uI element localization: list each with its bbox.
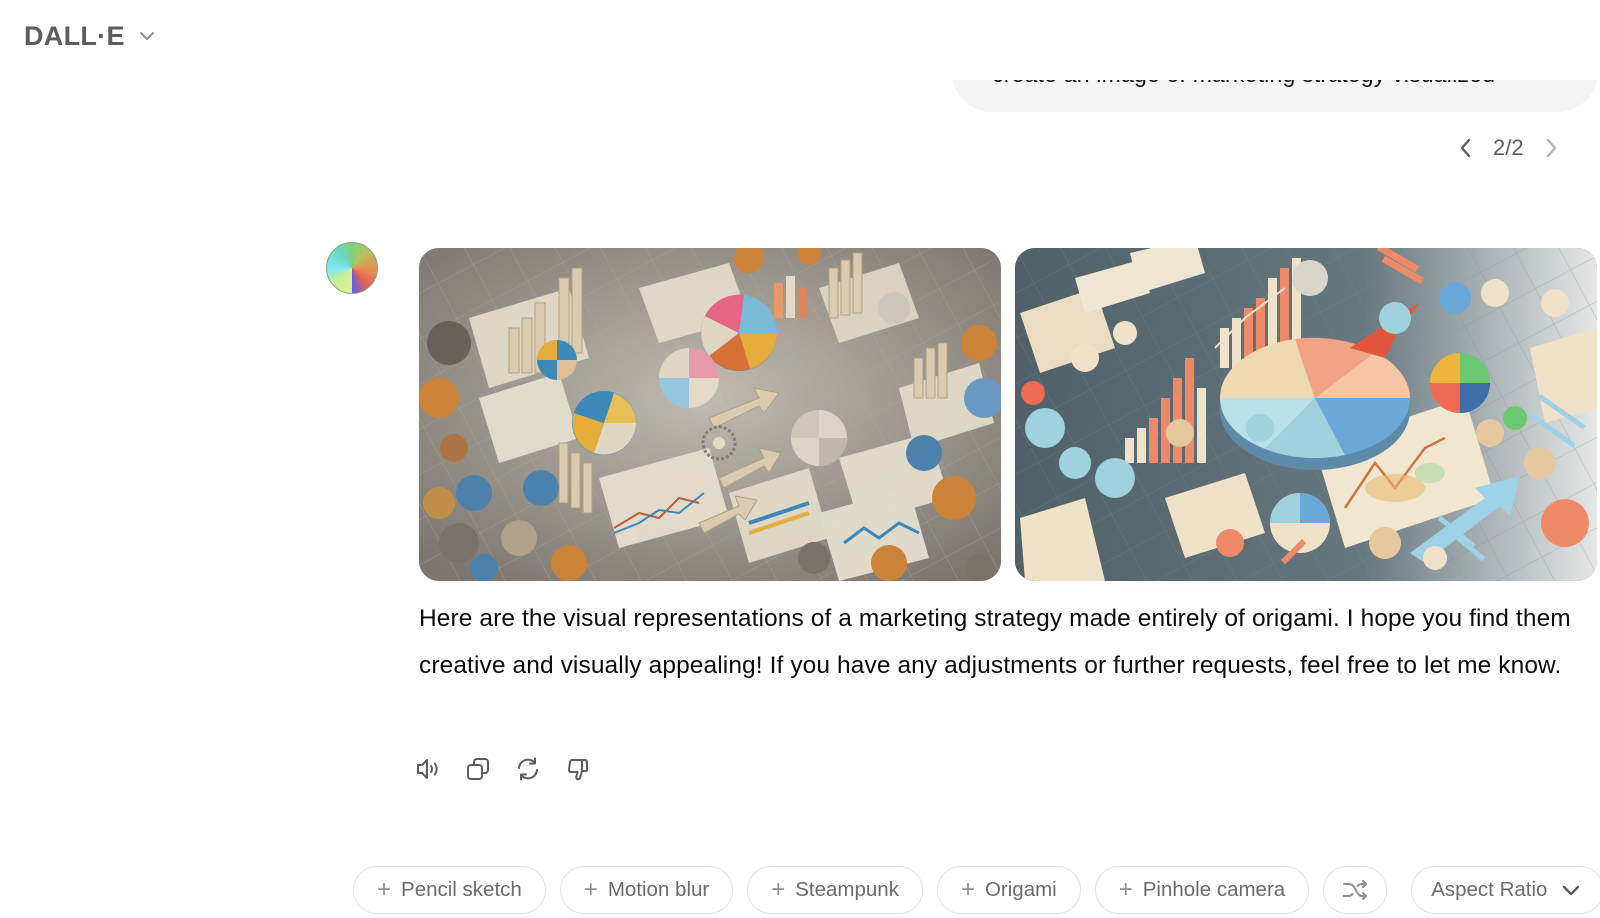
aspect-ratio-dropdown[interactable]: Aspect Ratio [1411, 866, 1600, 914]
chip-label: Pinhole camera [1142, 878, 1286, 901]
refresh-icon [518, 757, 538, 781]
generated-image-1[interactable] [419, 248, 1001, 581]
model-name: DALL·E [24, 20, 125, 51]
copy-button[interactable] [464, 754, 492, 784]
assistant-message-text: Here are the visual representations of a… [419, 605, 1571, 679]
header: DALL·E [0, 0, 1600, 80]
chevron-right-icon [1546, 138, 1556, 158]
chevron-down-icon [139, 32, 154, 40]
plus-icon: + [771, 876, 786, 903]
origami-image-2-art [1015, 248, 1597, 581]
plus-icon: + [960, 876, 975, 903]
previous-response-button[interactable] [1455, 134, 1477, 162]
copy-icon [467, 758, 489, 780]
origami-image-1-art [419, 248, 1001, 581]
response-pager: 2/2 [1455, 130, 1562, 166]
chip-pinhole-camera[interactable]: + Pinhole camera [1094, 866, 1310, 914]
shuffle-button[interactable] [1323, 866, 1388, 914]
dalle-avatar [326, 242, 378, 294]
chip-label: Origami [984, 878, 1057, 901]
shuffle-icon [1343, 880, 1368, 900]
chat-page: create an image of marketing strategy vi… [0, 0, 1600, 918]
next-response-button[interactable] [1540, 134, 1562, 162]
model-switcher[interactable]: DALL·E [24, 18, 157, 54]
chevron-left-icon [1460, 138, 1471, 158]
chip-pencil-sketch[interactable]: + Pencil sketch [353, 866, 546, 914]
chip-steampunk[interactable]: + Steampunk [747, 866, 923, 914]
thumbs-down-icon [568, 759, 588, 781]
chip-motion-blur[interactable]: + Motion blur [559, 866, 734, 914]
plus-icon: + [377, 876, 392, 903]
bad-response-button[interactable] [564, 754, 592, 784]
chip-label: Motion blur [607, 878, 710, 901]
plus-icon: + [583, 876, 598, 903]
generated-images [419, 248, 1597, 581]
chip-label: Pencil sketch [401, 878, 522, 901]
pager-count: 2/2 [1493, 135, 1524, 160]
regenerate-button[interactable] [514, 754, 542, 784]
aspect-ratio-label: Aspect Ratio [1431, 878, 1548, 901]
chip-origami[interactable]: + Origami [936, 866, 1081, 914]
read-aloud-button[interactable] [414, 754, 442, 784]
message-actions [414, 754, 592, 784]
speaker-icon [417, 759, 438, 779]
chip-label: Steampunk [795, 878, 899, 901]
plus-icon: + [1118, 876, 1133, 903]
style-suggestions: + Pencil sketch + Motion blur + Steampun… [353, 866, 1600, 914]
generated-image-2[interactable] [1015, 248, 1597, 581]
chevron-down-icon [1563, 885, 1580, 896]
